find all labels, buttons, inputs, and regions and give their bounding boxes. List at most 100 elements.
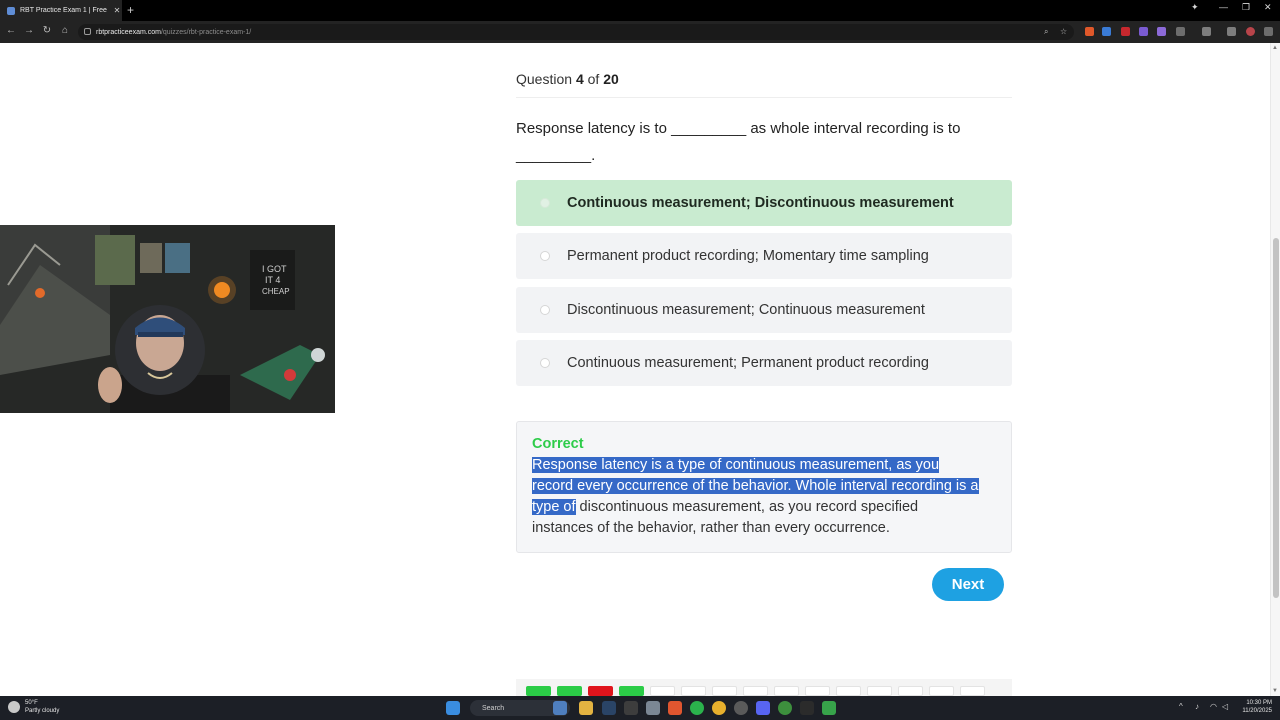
feedback-title: Correct — [532, 436, 584, 452]
extension-icon[interactable] — [1085, 27, 1094, 36]
weather-icon — [8, 701, 20, 713]
radio-icon[interactable] — [540, 198, 550, 208]
page-scrollbar[interactable]: ▲ ▼ — [1270, 43, 1280, 696]
sidebar-icon[interactable] — [1202, 27, 1211, 36]
profile-avatar-icon[interactable] — [1246, 27, 1255, 36]
radio-icon[interactable] — [540, 358, 550, 368]
microphone-icon[interactable]: ♪ — [1195, 702, 1199, 711]
feedback-text-rest: discontinuous measurement, as you record… — [532, 499, 919, 536]
question-nav-item[interactable] — [960, 686, 985, 696]
home-icon[interactable]: ⌂ — [58, 25, 72, 36]
close-tab-icon[interactable]: ✕ — [112, 6, 122, 15]
question-nav-item[interactable] — [650, 686, 675, 696]
answer-label: Permanent product recording; Momentary t… — [567, 248, 929, 264]
svg-text:CHEAP: CHEAP — [262, 287, 290, 296]
scroll-up-icon[interactable]: ▲ — [1272, 45, 1278, 51]
tray-chevron-icon[interactable]: ^ — [1179, 702, 1183, 711]
close-window-icon[interactable]: ✕ — [1264, 2, 1272, 13]
sparkle-icon[interactable]: ✦ — [1191, 2, 1199, 13]
wifi-icon[interactable]: ◠ — [1210, 702, 1217, 711]
browser-tab[interactable]: RBT Practice Exam 1 | Free Prac ✕ — [0, 0, 122, 21]
question-nav-item[interactable] — [774, 686, 799, 696]
taskbar-clock[interactable]: 10:30 PM 11/20/2025 — [1236, 699, 1272, 715]
question-nav-item[interactable] — [588, 686, 613, 696]
volume-icon[interactable]: ◁ — [1222, 702, 1228, 711]
zoom-icon[interactable]: ⌕ — [1044, 27, 1048, 37]
brave-icon[interactable] — [668, 701, 682, 715]
webcam-overlay: I GOT IT 4 CHEAP — [0, 225, 335, 413]
answer-option-1[interactable]: Continuous measurement; Discontinuous me… — [516, 180, 1012, 226]
steam-icon[interactable] — [602, 701, 616, 715]
question-line-2: _________. — [516, 147, 596, 164]
file-explorer-icon[interactable] — [579, 701, 593, 715]
obs-icon[interactable] — [734, 701, 748, 715]
extension-icon[interactable] — [1157, 27, 1166, 36]
answer-option-3[interactable]: Discontinuous measurement; Continuous me… — [516, 287, 1012, 333]
answer-option-2[interactable]: Permanent product recording; Momentary t… — [516, 233, 1012, 279]
cast-icon[interactable] — [1227, 27, 1236, 36]
question-navigation — [516, 679, 1012, 696]
media-player-icon[interactable] — [822, 701, 836, 715]
total-questions: 20 — [603, 71, 619, 87]
question-nav-item[interactable] — [805, 686, 830, 696]
question-nav-item[interactable] — [681, 686, 706, 696]
scroll-down-icon[interactable]: ▼ — [1272, 688, 1278, 694]
weather-condition: Partly cloudy — [25, 708, 60, 714]
extension-icon[interactable] — [1139, 27, 1148, 36]
search-label: Search — [482, 704, 505, 712]
browser-tab-bar: RBT Practice Exam 1 | Free Prac ✕ + ✦ — … — [0, 0, 1280, 21]
answer-option-4[interactable]: Continuous measurement; Permanent produc… — [516, 340, 1012, 386]
next-button[interactable]: Next — [932, 568, 1004, 601]
question-line-1: Response latency is to _________ as whol… — [516, 120, 961, 137]
discord-icon[interactable] — [756, 701, 770, 715]
question-nav-item[interactable] — [929, 686, 954, 696]
restore-icon[interactable]: ❐ — [1242, 2, 1250, 13]
scrollbar-thumb[interactable] — [1273, 238, 1279, 598]
spotify-icon[interactable] — [690, 701, 704, 715]
address-bar[interactable]: rbtpracticeexam.com/quizzes/rbt-practice… — [78, 24, 1074, 40]
clock-date: 11/20/2025 — [1242, 708, 1272, 714]
start-icon[interactable] — [446, 701, 460, 715]
temperature: 50°F — [25, 700, 38, 706]
question-nav-item[interactable] — [743, 686, 768, 696]
question-counter: Question 4 of 20 — [516, 71, 619, 87]
question-nav-item[interactable] — [712, 686, 737, 696]
capcut-icon[interactable] — [624, 701, 638, 715]
feedback-panel: Correct Response latency is a type of co… — [516, 421, 1012, 553]
svg-text:I GOT: I GOT — [262, 264, 287, 274]
question-nav-item[interactable] — [836, 686, 861, 696]
reload-icon[interactable]: ↻ — [40, 25, 54, 36]
extensions-puzzle-icon[interactable] — [1176, 27, 1185, 36]
minimize-icon[interactable]: — — [1219, 2, 1228, 12]
site-info-icon[interactable] — [84, 28, 91, 35]
forward-icon[interactable]: → — [22, 25, 36, 36]
radio-icon[interactable] — [540, 305, 550, 315]
app-icon[interactable] — [553, 701, 567, 715]
browser-menu-icon[interactable] — [1264, 27, 1273, 36]
chrome-icon[interactable] — [712, 701, 726, 715]
bookmark-star-icon[interactable]: ☆ — [1060, 27, 1067, 36]
weather-widget[interactable]: 50°F Partly cloudy — [8, 699, 59, 715]
clock-time: 10:30 PM — [1246, 700, 1272, 706]
radio-icon[interactable] — [540, 251, 550, 261]
extension-icon[interactable] — [1121, 27, 1130, 36]
question-label: Question — [516, 71, 573, 87]
new-tab-icon[interactable]: + — [127, 3, 134, 17]
question-nav-item[interactable] — [619, 686, 644, 696]
taskbar: 50°F Partly cloudy Search ^ ♪ ◠ ◁ 10:30 … — [0, 696, 1280, 720]
back-icon[interactable]: ← — [4, 25, 18, 36]
extension-icon[interactable] — [1102, 27, 1111, 36]
question-nav-item[interactable] — [867, 686, 892, 696]
settings-icon[interactable] — [646, 701, 660, 715]
question-nav-item[interactable] — [557, 686, 582, 696]
xbox-icon[interactable] — [778, 701, 792, 715]
answer-label: Continuous measurement; Permanent produc… — [567, 355, 929, 371]
question-nav-item[interactable] — [526, 686, 551, 696]
question-nav-item[interactable] — [898, 686, 923, 696]
question-text: Response latency is to _________ as whol… — [516, 115, 996, 169]
question-number: 4 — [575, 71, 584, 87]
feedback-text: Response latency is a type of continuous… — [532, 455, 982, 539]
url-path: /quizzes/rbt-practice-exam-1/ — [160, 28, 252, 36]
terminal-icon[interactable] — [800, 701, 814, 715]
of-label: of — [587, 71, 600, 87]
